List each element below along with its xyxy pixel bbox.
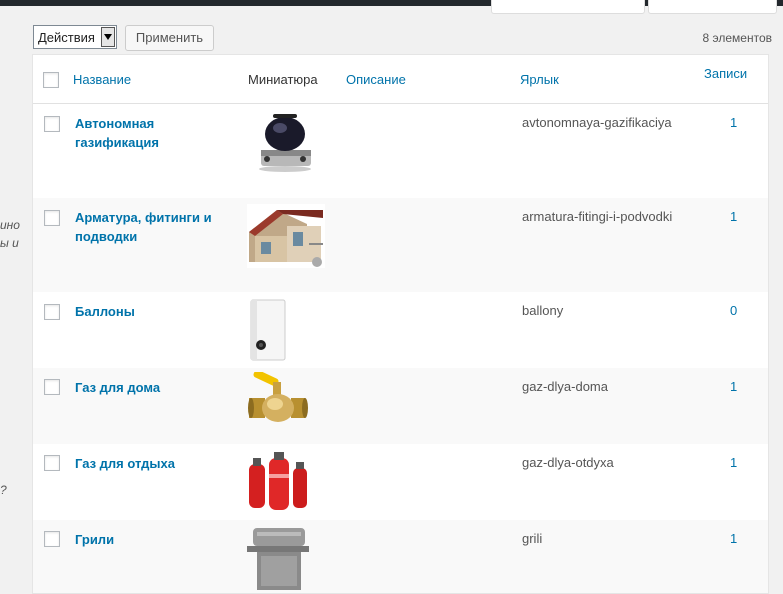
apply-button[interactable]: Применить xyxy=(125,25,214,51)
category-slug: grili xyxy=(522,531,543,546)
table-row: Газ для дома gaz-dlya-doma 1 xyxy=(33,368,768,444)
column-posts-header[interactable]: Записи xyxy=(704,66,747,81)
grill-thumbnail xyxy=(247,528,309,590)
category-slug: ballony xyxy=(522,303,564,318)
ball-valve-thumbnail xyxy=(248,372,308,422)
bulk-actions-select[interactable]: Действия xyxy=(33,25,117,49)
category-posts-count[interactable]: 1 xyxy=(730,455,737,470)
row-checkbox[interactable] xyxy=(44,210,60,226)
category-posts-count[interactable]: 0 xyxy=(730,303,737,318)
category-slug: gaz-dlya-otdyxa xyxy=(522,455,614,470)
category-name-link[interactable]: Баллоны xyxy=(75,302,225,321)
dropdown-arrow-icon xyxy=(101,27,115,47)
gas-cylinders-thumbnail xyxy=(249,452,307,510)
category-name-link[interactable]: Автономная газификация xyxy=(75,114,225,152)
category-name-link[interactable]: Грили xyxy=(75,530,225,549)
column-slug-header[interactable]: Ярлык xyxy=(520,72,559,87)
category-posts-count[interactable]: 1 xyxy=(730,115,737,130)
table-row: Автономная газификация avtonomnaya-gazif… xyxy=(33,104,768,198)
table-header: Название Миниатюра Описание Ярлык Записи xyxy=(33,55,768,104)
table-row: Грили grili 1 xyxy=(33,520,768,593)
category-posts-count[interactable]: 1 xyxy=(730,379,737,394)
table-row: Газ для отдыха gaz-dlya-otdyxa 1 xyxy=(33,444,768,520)
table-row: Арматура, фитинги и подводки armatura-fi… xyxy=(33,198,768,292)
row-checkbox[interactable] xyxy=(44,455,60,471)
row-checkbox[interactable] xyxy=(44,304,60,320)
category-name-link[interactable]: Арматура, фитинги и подводки xyxy=(75,208,225,246)
row-checkbox[interactable] xyxy=(44,116,60,132)
category-slug: gaz-dlya-doma xyxy=(522,379,608,394)
row-checkbox[interactable] xyxy=(44,379,60,395)
bulk-actions-label: Действия xyxy=(38,29,95,45)
items-count: 8 элементов xyxy=(702,31,772,45)
category-name-link[interactable]: Газ для отдыха xyxy=(75,454,225,473)
category-posts-count[interactable]: 1 xyxy=(730,531,737,546)
search-button[interactable] xyxy=(648,0,777,14)
column-name-header[interactable]: Название xyxy=(73,72,131,87)
sidebar-text-fragment: ы и xyxy=(0,236,19,250)
water-heater-thumbnail xyxy=(250,299,286,361)
select-all-checkbox[interactable] xyxy=(43,72,59,88)
column-description-header[interactable]: Описание xyxy=(346,72,406,87)
search-input[interactable] xyxy=(491,0,645,14)
row-checkbox[interactable] xyxy=(44,531,60,547)
sidebar-text-fragment: ино xyxy=(0,218,20,232)
category-name-link[interactable]: Газ для дома xyxy=(75,378,225,397)
column-thumbnail-header: Миниатюра xyxy=(248,72,318,87)
gas-stove-thumbnail xyxy=(259,114,311,172)
category-slug: avtonomnaya-gazifikaciya xyxy=(522,115,672,130)
category-posts-count[interactable]: 1 xyxy=(730,209,737,224)
sidebar-text-fragment: ? xyxy=(0,483,7,497)
house-gas-pipes-thumbnail xyxy=(247,204,325,268)
category-slug: armatura-fitingi-i-podvodki xyxy=(522,209,673,224)
categories-table: Название Миниатюра Описание Ярлык Записи… xyxy=(32,54,769,594)
table-row: Баллоны ballony 0 xyxy=(33,292,768,368)
